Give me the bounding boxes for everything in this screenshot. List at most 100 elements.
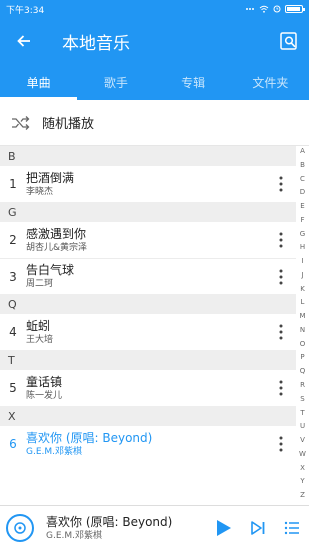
index-letter[interactable]: U	[300, 422, 305, 430]
song-artist: 陈一发儿	[26, 390, 63, 401]
more-vertical-icon	[279, 176, 283, 192]
index-letter[interactable]: D	[300, 188, 305, 196]
section-header: B	[0, 146, 296, 166]
song-artist: 周二珂	[26, 279, 54, 289]
index-letter[interactable]: L	[301, 298, 305, 306]
shuffle-play-row[interactable]: 随机播放	[0, 100, 309, 146]
index-letter[interactable]: N	[300, 326, 305, 334]
shuffle-label: 随机播放	[42, 117, 95, 132]
page-title: 本地音乐	[62, 33, 130, 54]
song-row[interactable]: 2 感激遇到你 胡杏儿&黄宗泽	[0, 222, 296, 258]
song-row[interactable]: 1 把酒倒满 李晓杰	[0, 166, 296, 202]
more-options-button[interactable]	[266, 426, 296, 462]
song-number: 1	[9, 177, 17, 191]
index-letter[interactable]: B	[300, 161, 305, 169]
song-artist: G.E.M.邓紫棋	[26, 446, 83, 457]
alarm-icon	[273, 5, 281, 13]
section-header: Q	[0, 294, 296, 314]
tab-bar: 单曲 歌手 专辑 文件夹	[0, 64, 309, 100]
song-number: 6	[9, 437, 17, 451]
status-time: 下午3:34	[6, 5, 45, 16]
more-vertical-icon	[279, 380, 283, 396]
index-letter[interactable]: M	[299, 312, 305, 320]
song-title: 童话镇	[26, 374, 63, 389]
index-letter[interactable]: P	[300, 353, 304, 361]
album-art[interactable]	[0, 506, 40, 550]
index-letter[interactable]: I	[301, 257, 303, 265]
song-row[interactable]: 5 童话镇 陈一发儿	[0, 370, 296, 406]
index-letter[interactable]: G	[300, 230, 305, 238]
index-letter[interactable]: Z	[300, 491, 305, 499]
index-letter[interactable]: J	[301, 271, 303, 279]
playlist-icon	[284, 521, 299, 535]
more-vertical-icon	[279, 269, 283, 284]
index-letter[interactable]: F	[300, 216, 304, 224]
dots-icon	[246, 8, 254, 10]
more-options-button[interactable]	[266, 370, 296, 406]
more-options-button[interactable]	[266, 222, 296, 258]
skip-next-icon	[251, 521, 265, 535]
song-title: 蚯蚓	[26, 318, 51, 333]
shuffle-icon	[12, 115, 30, 130]
search-icon	[280, 32, 297, 50]
index-letter[interactable]: V	[300, 436, 305, 444]
now-playing-title: 喜欢你 (原唱: Beyond)	[46, 514, 173, 529]
song-row-now-playing[interactable]: 6 喜欢你 (原唱: Beyond) G.E.M.邓紫棋	[0, 426, 296, 462]
tab-songs[interactable]: 单曲	[0, 64, 78, 100]
index-letter[interactable]: R	[300, 381, 305, 389]
wifi-icon	[259, 5, 269, 13]
song-number: 5	[9, 381, 17, 395]
more-vertical-icon	[279, 324, 283, 340]
app-bar: 本地音乐	[0, 18, 309, 64]
playlist-button[interactable]	[275, 506, 309, 550]
now-playing-artist: G.E.M.邓紫棋	[46, 530, 103, 541]
more-options-button[interactable]	[266, 314, 296, 350]
arrow-left-icon	[17, 35, 30, 47]
battery-icon	[285, 5, 305, 13]
song-title: 喜欢你 (原唱: Beyond)	[26, 430, 153, 445]
song-artist: 胡杏儿&黄宗泽	[26, 242, 88, 253]
more-options-button[interactable]	[266, 166, 296, 202]
index-letter[interactable]: H	[300, 243, 305, 251]
song-title: 告白气球	[26, 263, 75, 277]
index-letter[interactable]: W	[299, 450, 306, 458]
song-title: 感激遇到你	[26, 226, 87, 241]
section-header: X	[0, 406, 296, 426]
index-letter[interactable]: C	[300, 175, 305, 183]
more-options-button[interactable]	[266, 259, 296, 295]
tab-albums[interactable]: 专辑	[155, 64, 232, 100]
song-row[interactable]: 3 告白气球 周二珂	[0, 258, 296, 294]
index-letter[interactable]: Q	[300, 367, 306, 375]
back-button[interactable]	[0, 18, 48, 64]
play-button[interactable]	[207, 506, 241, 550]
section-header: G	[0, 202, 296, 222]
index-letter[interactable]: A	[300, 147, 305, 155]
play-icon	[217, 520, 231, 536]
tab-artists[interactable]: 歌手	[77, 64, 154, 100]
song-title: 把酒倒满	[26, 170, 75, 185]
index-letter[interactable]: K	[300, 285, 305, 293]
song-artist: 王大培	[26, 334, 54, 345]
song-number: 3	[9, 269, 17, 284]
section-header: T	[0, 350, 296, 370]
song-list: B 1 把酒倒满 李晓杰 G 2 感激遇到你 胡杏儿&黄宗泽 3 告白气球 周二…	[0, 146, 296, 462]
tab-folders[interactable]: 文件夹	[232, 64, 309, 100]
status-bar: 下午3:34	[0, 0, 309, 18]
index-letter[interactable]: S	[300, 395, 304, 403]
song-artist: 李晓杰	[26, 186, 54, 197]
mini-player[interactable]: 喜欢你 (原唱: Beyond) G.E.M.邓紫棋	[0, 505, 309, 550]
index-letter[interactable]: Y	[300, 477, 304, 485]
more-vertical-icon	[279, 232, 283, 248]
index-letter[interactable]: X	[300, 464, 305, 472]
song-number: 2	[9, 233, 17, 247]
index-letter[interactable]: O	[300, 340, 306, 348]
next-button[interactable]	[241, 506, 275, 550]
search-button[interactable]	[269, 18, 309, 64]
alphabet-index[interactable]: ABCDEFGHIJKLMNOPQRSTUVWXYZ#	[296, 146, 309, 514]
index-letter[interactable]: E	[300, 202, 304, 210]
index-letter[interactable]: T	[300, 409, 304, 417]
more-vertical-icon	[279, 436, 283, 452]
disc-icon	[6, 514, 34, 542]
song-row[interactable]: 4 蚯蚓 王大培	[0, 314, 296, 350]
song-number: 4	[9, 325, 17, 339]
